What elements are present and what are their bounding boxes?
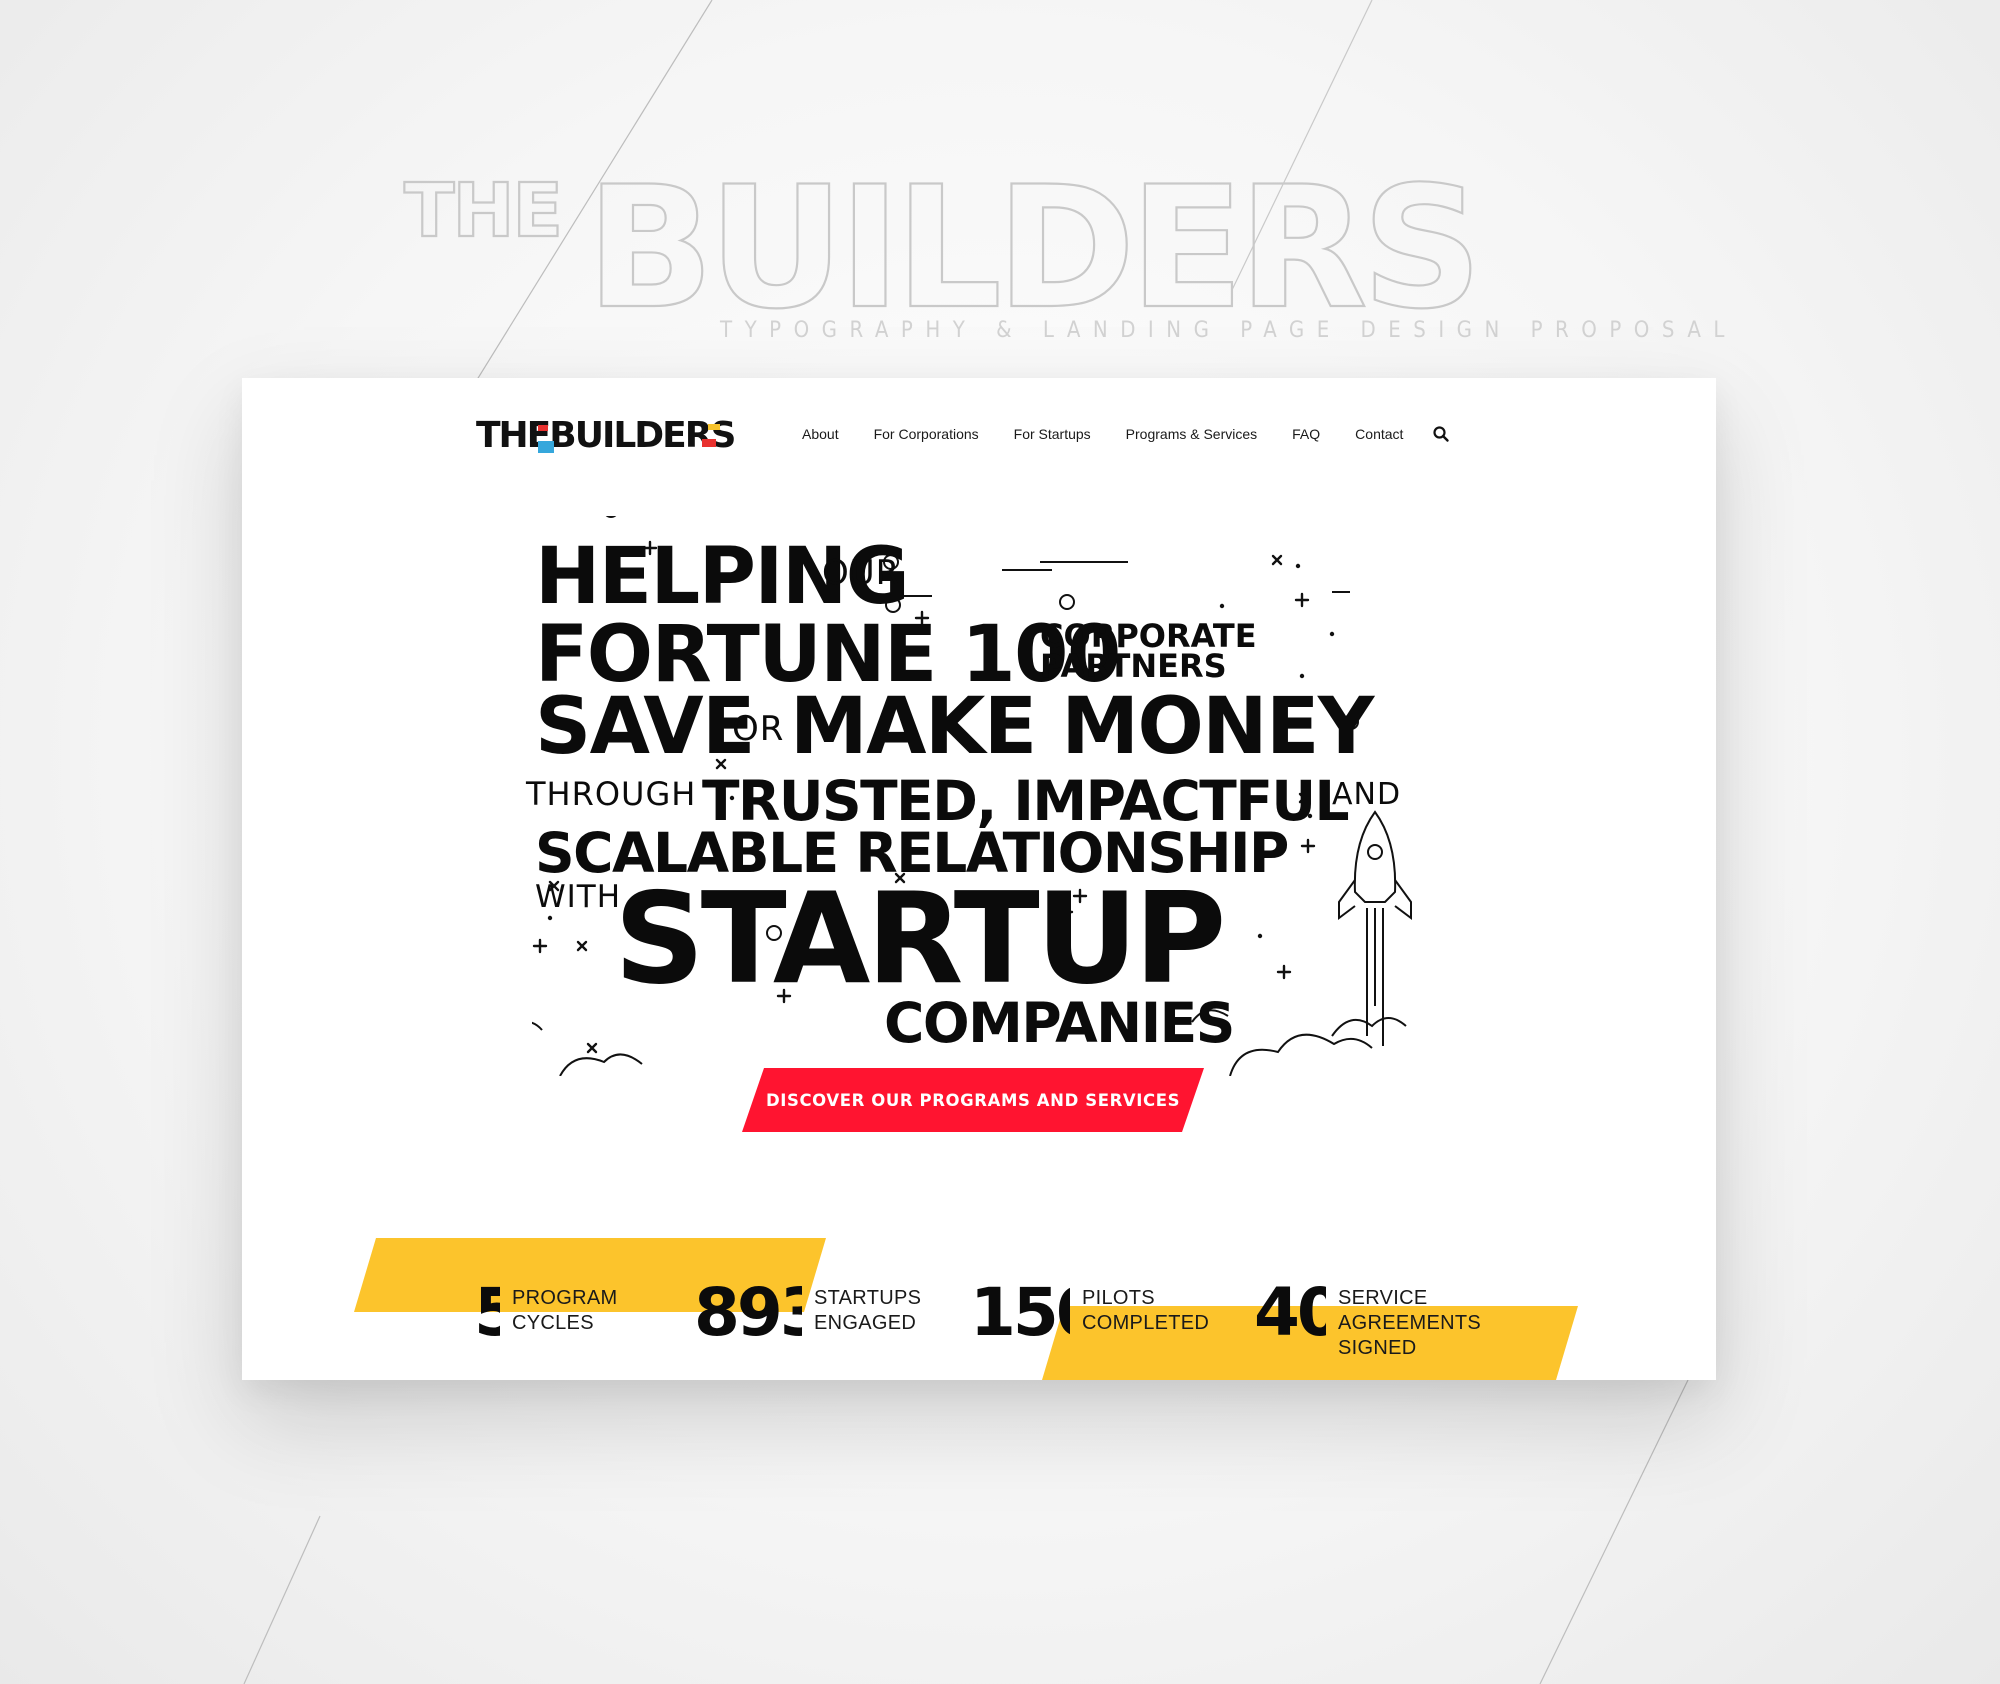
- title-prefix: THE: [404, 168, 561, 254]
- logo-text: THEBUILDERS: [476, 414, 736, 456]
- hero-through: THROUGH: [526, 775, 697, 813]
- stat-program-cycles: 5 PROGRAM CYCLES: [474, 1280, 617, 1346]
- stat-service-agreements: 40 SERVICE AGREEMENTS SIGNED: [1254, 1280, 1481, 1361]
- cta-label: DISCOVER OUR PROGRAMS AND SERVICES: [765, 1090, 1181, 1110]
- hero-save: SAVE: [535, 682, 755, 772]
- hero-startup: STARTUP: [614, 865, 1226, 1012]
- stat-pilots-completed: 150 PILOTS COMPLETED: [970, 1280, 1209, 1346]
- logo-blue-swatch: [538, 441, 554, 453]
- hero-make-money: MAKE MONEY: [790, 682, 1374, 772]
- stat-label: PROGRAM CYCLES: [512, 1287, 618, 1334]
- title-main: BUILDERS: [586, 150, 1477, 346]
- stat-value: 5: [474, 1280, 500, 1346]
- stat-value: 150: [970, 1280, 1070, 1346]
- presentation-title: THE BUILDERS: [403, 149, 1484, 347]
- discover-programs-button[interactable]: DISCOVER OUR PROGRAMS AND SERVICES: [742, 1068, 1204, 1132]
- stat-startups-engaged: 893 STARTUPS ENGAGED: [694, 1280, 921, 1346]
- hero-partners: PARTNERS: [1040, 647, 1227, 685]
- stat-label: PILOTS COMPLETED: [1082, 1287, 1210, 1334]
- nav-contact[interactable]: Contact: [1355, 426, 1403, 442]
- stat-label: STARTUPS ENGAGED: [814, 1287, 922, 1334]
- presentation-subtitle: TYPOGRAPHY & LANDING PAGE DESIGN PROPOSA…: [720, 318, 1737, 343]
- landing-page-card: THEBUILDERS About For Corporations For S…: [242, 378, 1716, 1380]
- nav-programs-services[interactable]: Programs & Services: [1126, 426, 1257, 442]
- logo-yellow-swatch: [708, 424, 720, 430]
- nav-faq[interactable]: FAQ: [1292, 426, 1320, 442]
- logo-red-swatch: [538, 425, 548, 431]
- hero-and: AND: [1332, 777, 1402, 812]
- nav-for-corporations[interactable]: For Corporations: [874, 426, 979, 442]
- stat-label: SERVICE AGREEMENTS SIGNED: [1338, 1287, 1482, 1359]
- nav-about[interactable]: About: [802, 426, 839, 442]
- hero-with: WITH: [535, 879, 622, 915]
- hero-typography: HELPING OUR FORTUNE 100 CORPORATE PARTNE…: [526, 516, 1432, 1076]
- stat-value: 893: [694, 1280, 802, 1346]
- main-navigation: About For Corporations For Startups Prog…: [802, 420, 1450, 448]
- site-logo[interactable]: THEBUILDERS: [476, 412, 756, 458]
- hero-our: OUR: [822, 553, 901, 593]
- stat-value: 40: [1254, 1280, 1326, 1346]
- hero-companies: COMPANIES: [884, 991, 1235, 1055]
- hero-or: OR: [732, 709, 785, 749]
- logo-red-swatch-2: [702, 439, 716, 447]
- nav-for-startups[interactable]: For Startups: [1014, 426, 1091, 442]
- search-icon[interactable]: [1432, 425, 1450, 443]
